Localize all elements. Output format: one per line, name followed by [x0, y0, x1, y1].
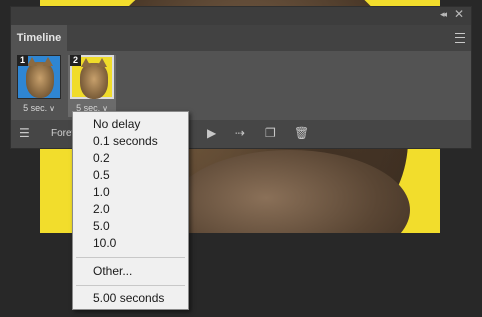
menu-item-1-0[interactable]: 1.0 [93, 185, 110, 199]
cat-thumbnail-image [80, 58, 108, 99]
frame-delay-value: 5 sec. [23, 103, 48, 113]
frame-delay-dropdown[interactable]: 5 sec. ∨ [15, 103, 63, 113]
duplicate-frame-icon[interactable]: ❐ [265, 126, 276, 140]
menu-item-0-5[interactable]: 0.5 [93, 168, 110, 182]
menu-item-10-0[interactable]: 10.0 [93, 236, 116, 250]
frame-animation-settings-icon[interactable]: ☰ [19, 126, 30, 140]
menu-item-0-1-seconds[interactable]: 0.1 seconds [93, 134, 158, 148]
menu-item-other[interactable]: Other... [93, 264, 132, 278]
frame-number: 2 [70, 55, 81, 66]
panel-tab-row: Timeline [11, 25, 471, 51]
chevron-down-icon: ∨ [49, 104, 55, 113]
frame-number: 1 [17, 55, 28, 66]
menu-item-current-delay[interactable]: 5.00 seconds [93, 291, 164, 305]
tab-timeline[interactable]: Timeline [11, 25, 67, 51]
frames-strip: 1 5 sec. ∨ 2 5 sec. ∨ [11, 51, 471, 120]
close-panel-icon[interactable]: ✕ [454, 7, 464, 21]
menu-separator [76, 285, 185, 286]
menu-item-5-0[interactable]: 5.0 [93, 219, 110, 233]
cat-thumbnail-image [26, 57, 54, 98]
animation-frame-1[interactable]: 1 5 sec. ∨ [15, 55, 63, 117]
delete-frame-icon[interactable]: 🗑 [294, 126, 309, 140]
menu-item-0-2[interactable]: 0.2 [93, 151, 110, 165]
menu-item-no-delay[interactable]: No delay [93, 117, 140, 131]
tween-icon[interactable]: ⇢ [235, 126, 245, 140]
menu-item-2-0[interactable]: 2.0 [93, 202, 110, 216]
animation-frame-2[interactable]: 2 5 sec. ∨ [68, 55, 116, 117]
play-icon[interactable]: ▶ [207, 126, 216, 140]
frame-delay-menu: No delay 0.1 seconds 0.2 0.5 1.0 2.0 5.0… [72, 111, 189, 310]
panel-menu-icon[interactable] [455, 33, 465, 43]
panel-top-bar: ◂◂ ✕ [11, 7, 471, 25]
menu-separator [76, 257, 185, 258]
collapse-panel-icon[interactable]: ◂◂ [440, 9, 447, 20]
